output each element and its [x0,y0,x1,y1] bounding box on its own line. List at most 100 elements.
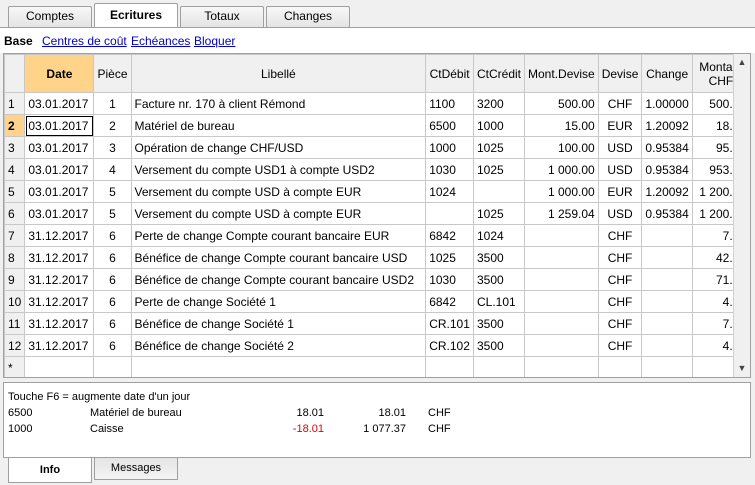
cell-libelle[interactable]: Perte de change Société 1 [130,290,427,313]
cell-montant-devise[interactable] [524,268,599,291]
table-row[interactable]: 7 31.12.2017 6 Perte de change Compte coura… [4,224,750,247]
cell-change[interactable] [641,224,693,247]
cell-change[interactable]: 1.20092 [641,180,693,203]
cell-piece[interactable]: 5 [93,180,132,203]
table-row[interactable]: 5 03.01.2017 5 Versement du compte USD à co… [4,180,750,203]
cell-piece[interactable]: 4 [93,158,132,181]
col-header-change[interactable]: Change [641,54,693,93]
col-header-date[interactable]: Date [24,54,95,93]
cell-devise[interactable] [597,356,643,377]
cell-piece[interactable]: 5 [93,202,132,225]
cell-devise[interactable]: EUR [597,114,643,137]
cell-ctcredit[interactable]: 3500 [472,312,526,335]
tab-totaux[interactable]: Totaux [180,6,264,27]
cell-change[interactable]: 1.00000 [641,92,693,115]
cell-piece[interactable]: 6 [93,246,132,269]
col-header-libelle[interactable]: Libellé [130,54,427,93]
cell-ctdebit[interactable]: 1000 [425,136,474,159]
cell-ctcredit[interactable]: 3200 [472,92,526,115]
col-header-ctdebit[interactable]: CtDébit [425,54,474,93]
table-row[interactable]: 1 03.01.2017 1 Facture nr. 170 à client Rém… [4,92,750,115]
cell-ctdebit[interactable] [425,202,474,225]
cell-libelle[interactable]: Opération de change CHF/USD [130,136,427,159]
cell-ctcredit[interactable]: 1025 [472,202,526,225]
col-header-piece[interactable]: Pièce [93,54,132,93]
cell-date[interactable]: 03.01.2017 [24,202,95,225]
cell-libelle[interactable]: Matériel de bureau [130,114,427,137]
view-base[interactable]: Base [4,34,33,48]
cell-ctdebit[interactable]: 1025 [425,246,474,269]
cell-montant-devise[interactable]: 100.00 [524,136,599,159]
table-row[interactable]: 8 31.12.2017 6 Bénéfice de change Compte co… [4,246,750,269]
cell-ctcredit[interactable]: 1025 [472,158,526,181]
cell-change[interactable] [641,312,693,335]
cell-devise[interactable]: CHF [597,312,643,335]
cell-change[interactable] [641,334,693,357]
cell-change[interactable] [641,246,693,269]
tab-messages[interactable]: Messages [94,458,178,480]
view-centres-de-cout[interactable]: Centres de coût [42,34,127,48]
cell-libelle[interactable]: Bénéfice de change Société 2 [130,334,427,357]
cell-piece[interactable]: 6 [93,268,132,291]
cell-date[interactable]: 03.01.2017 [24,114,95,137]
cell-ctcredit[interactable]: 1025 [472,136,526,159]
cell-devise[interactable]: USD [597,158,643,181]
cell-devise[interactable]: EUR [597,180,643,203]
table-row[interactable]: 9 31.12.2017 6 Bénéfice de change Compte co… [4,268,750,291]
cell-date[interactable]: 03.01.2017 [24,180,95,203]
cell-ctcredit[interactable]: 3500 [472,246,526,269]
scroll-down-icon[interactable]: ▼ [734,360,750,377]
tab-ecritures[interactable]: Ecritures [94,3,178,27]
table-row[interactable]: 2 03.01.2017 2 Matériel de bureau 6500 1000 15… [4,114,750,137]
cell-libelle[interactable]: Versement du compte USD à compte EUR [130,180,427,203]
cell-piece[interactable]: 6 [93,312,132,335]
cell-date[interactable]: 31.12.2017 [24,246,95,269]
cell-ctdebit[interactable]: CR.101 [425,312,474,335]
cell-ctdebit[interactable] [425,356,474,377]
cell-ctdebit[interactable]: 1030 [425,158,474,181]
cell-montant-devise[interactable]: 15.00 [524,114,599,137]
cell-date[interactable]: 31.12.2017 [24,334,95,357]
cell-devise[interactable]: CHF [597,246,643,269]
cell-montant-devise[interactable] [524,224,599,247]
cell-montant-devise[interactable]: 500.00 [524,92,599,115]
cell-ctdebit[interactable]: 6500 [425,114,474,137]
cell-ctcredit[interactable]: 3500 [472,268,526,291]
table-row[interactable]: 10 31.12.2017 6 Perte de change Société 1 68… [4,290,750,313]
cell-change[interactable] [641,356,693,377]
cell-piece[interactable]: 6 [93,290,132,313]
cell-libelle[interactable]: Bénéfice de change Compte courant bancai… [130,268,427,291]
cell-ctdebit[interactable]: 6842 [425,224,474,247]
cell-montant-devise[interactable] [524,356,599,377]
cell-libelle[interactable] [130,356,427,377]
cell-montant-devise[interactable]: 1 259.04 [524,202,599,225]
table-row[interactable]: 11 31.12.2017 6 Bénéfice de change Société … [4,312,750,335]
cell-ctdebit[interactable]: 6842 [425,290,474,313]
view-echeances[interactable]: Echéances [131,34,190,48]
cell-montant-devise[interactable] [524,312,599,335]
cell-montant-devise[interactable]: 1 000.00 [524,180,599,203]
col-header-ctcredit[interactable]: CtCrédit [472,54,526,93]
cell-montant-devise[interactable] [524,290,599,313]
cell-ctcredit[interactable] [472,356,526,377]
cell-date[interactable]: 31.12.2017 [24,224,95,247]
cell-devise[interactable]: USD [597,202,643,225]
cell-montant-devise[interactable] [524,334,599,357]
cell-devise[interactable]: CHF [597,224,643,247]
cell-libelle[interactable]: Bénéfice de change Compte courant bancai… [130,246,427,269]
table-row[interactable]: 6 03.01.2017 5 Versement du compte USD à co… [4,202,750,225]
cell-piece[interactable]: 6 [93,224,132,247]
cell-change[interactable] [641,268,693,291]
cell-ctcredit[interactable]: CL.101 [472,290,526,313]
col-header-devise[interactable]: Devise [597,54,643,93]
cell-libelle[interactable]: Perte de change Compte courant bancaire … [130,224,427,247]
cell-change[interactable]: 0.95384 [641,136,693,159]
cell-date[interactable]: 03.01.2017 [24,158,95,181]
cell-libelle[interactable]: Versement du compte USD à compte EUR [130,202,427,225]
cell-ctcredit[interactable]: 1024 [472,224,526,247]
cell-devise[interactable]: CHF [597,290,643,313]
cell-piece[interactable]: 2 [93,114,132,137]
cell-devise[interactable]: CHF [597,268,643,291]
table-row[interactable]: 12 31.12.2017 6 Bénéfice de change Société … [4,334,750,357]
cell-devise[interactable]: CHF [597,334,643,357]
